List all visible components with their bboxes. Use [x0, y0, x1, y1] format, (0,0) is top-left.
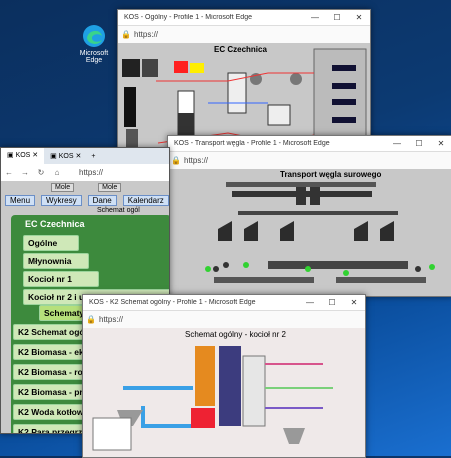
k2-diagram	[92, 346, 333, 451]
close-icon[interactable]: ✕	[348, 13, 370, 22]
maximize-icon[interactable]: ☐	[408, 139, 430, 148]
menu-item-general[interactable]: Ogólne	[23, 235, 79, 251]
toolbar-top-2[interactable]: Mole	[98, 183, 122, 192]
address-bar: ← → ↻ ⌂ https://	[1, 164, 169, 182]
transport-diagram	[205, 182, 435, 283]
minimize-icon[interactable]: —	[304, 13, 326, 22]
address-bar: 🔒 https://	[83, 311, 365, 329]
reload-icon[interactable]: ↻	[33, 168, 49, 177]
site-title: EC Czechnica	[25, 219, 85, 229]
url-input[interactable]: https://	[134, 30, 158, 39]
data-button[interactable]: Dane	[87, 195, 117, 206]
edge-desktop-icon[interactable]: Microsoft Edge	[74, 24, 114, 64]
edge-icon-label-1: Microsoft	[79, 50, 109, 57]
toolbar-top: Mole Mole	[51, 183, 122, 192]
titlebar: KOS - Transport węgla - Profile 1 - Micr…	[168, 136, 451, 152]
window-k2: KOS - K2 Schemat ogólny - Profile 1 - Mi…	[82, 294, 366, 458]
scada-panel: Transport węgla surowego	[168, 169, 451, 296]
window-title: KOS - Ogólny - Profile 1 - Microsoft Edg…	[124, 14, 252, 21]
close-icon[interactable]: ✕	[430, 139, 451, 148]
page-subtitle: Schemat ogól	[97, 207, 140, 214]
edge-icon-label-2: Edge	[85, 57, 103, 64]
calendar-button[interactable]: Kalendarz	[122, 195, 169, 206]
titlebar: KOS - K2 Schemat ogólny - Profile 1 - Mi…	[83, 295, 365, 311]
lock-icon: 🔒	[121, 30, 131, 39]
address-bar: 🔒 https://	[118, 26, 370, 44]
window-title: KOS - Transport węgla - Profile 1 - Micr…	[174, 140, 330, 147]
titlebar: KOS - Ogólny - Profile 1 - Microsoft Edg…	[118, 10, 370, 26]
toolbar: Menu Wykresy Dane Kalendarz	[5, 195, 169, 206]
url-input[interactable]: https://	[99, 315, 123, 324]
close-icon[interactable]: ✕	[343, 298, 365, 307]
charts-button[interactable]: Wykresy	[41, 195, 82, 206]
menu-item-mill[interactable]: Młynownia	[23, 253, 89, 269]
lock-icon: 🔒	[171, 156, 181, 165]
tab-1[interactable]: ▣ KOS ✕	[1, 148, 45, 164]
tab-2[interactable]: ▣ KOS ✕	[44, 152, 87, 160]
lock-icon: 🔒	[86, 315, 96, 324]
menu-button[interactable]: Menu	[5, 195, 36, 206]
url-input[interactable]: https://	[79, 168, 103, 177]
window-transport: KOS - Transport węgla - Profile 1 - Micr…	[167, 135, 451, 297]
forward-icon[interactable]: →	[17, 168, 33, 177]
edge-logo-icon	[83, 25, 105, 47]
minimize-icon[interactable]: —	[299, 298, 321, 307]
minimize-icon[interactable]: —	[386, 139, 408, 148]
k2-panel: Schemat ogólny - kocioł nr 2	[83, 328, 365, 457]
window-title: KOS - K2 Schemat ogólny - Profile 1 - Mi…	[89, 299, 256, 306]
address-bar: 🔒 https://	[168, 152, 451, 170]
tab-strip: ▣ KOS ✕ ▣ KOS ✕ +	[1, 148, 169, 164]
new-tab-icon[interactable]: +	[87, 153, 99, 160]
menu-item-boiler-1[interactable]: Kocioł nr 1	[23, 271, 99, 287]
maximize-icon[interactable]: ☐	[321, 298, 343, 307]
home-icon[interactable]: ⌂	[49, 168, 65, 177]
back-icon[interactable]: ←	[1, 168, 17, 177]
toolbar-top-1[interactable]: Mole	[51, 183, 75, 192]
url-input[interactable]: https://	[184, 156, 208, 165]
maximize-icon[interactable]: ☐	[326, 13, 348, 22]
